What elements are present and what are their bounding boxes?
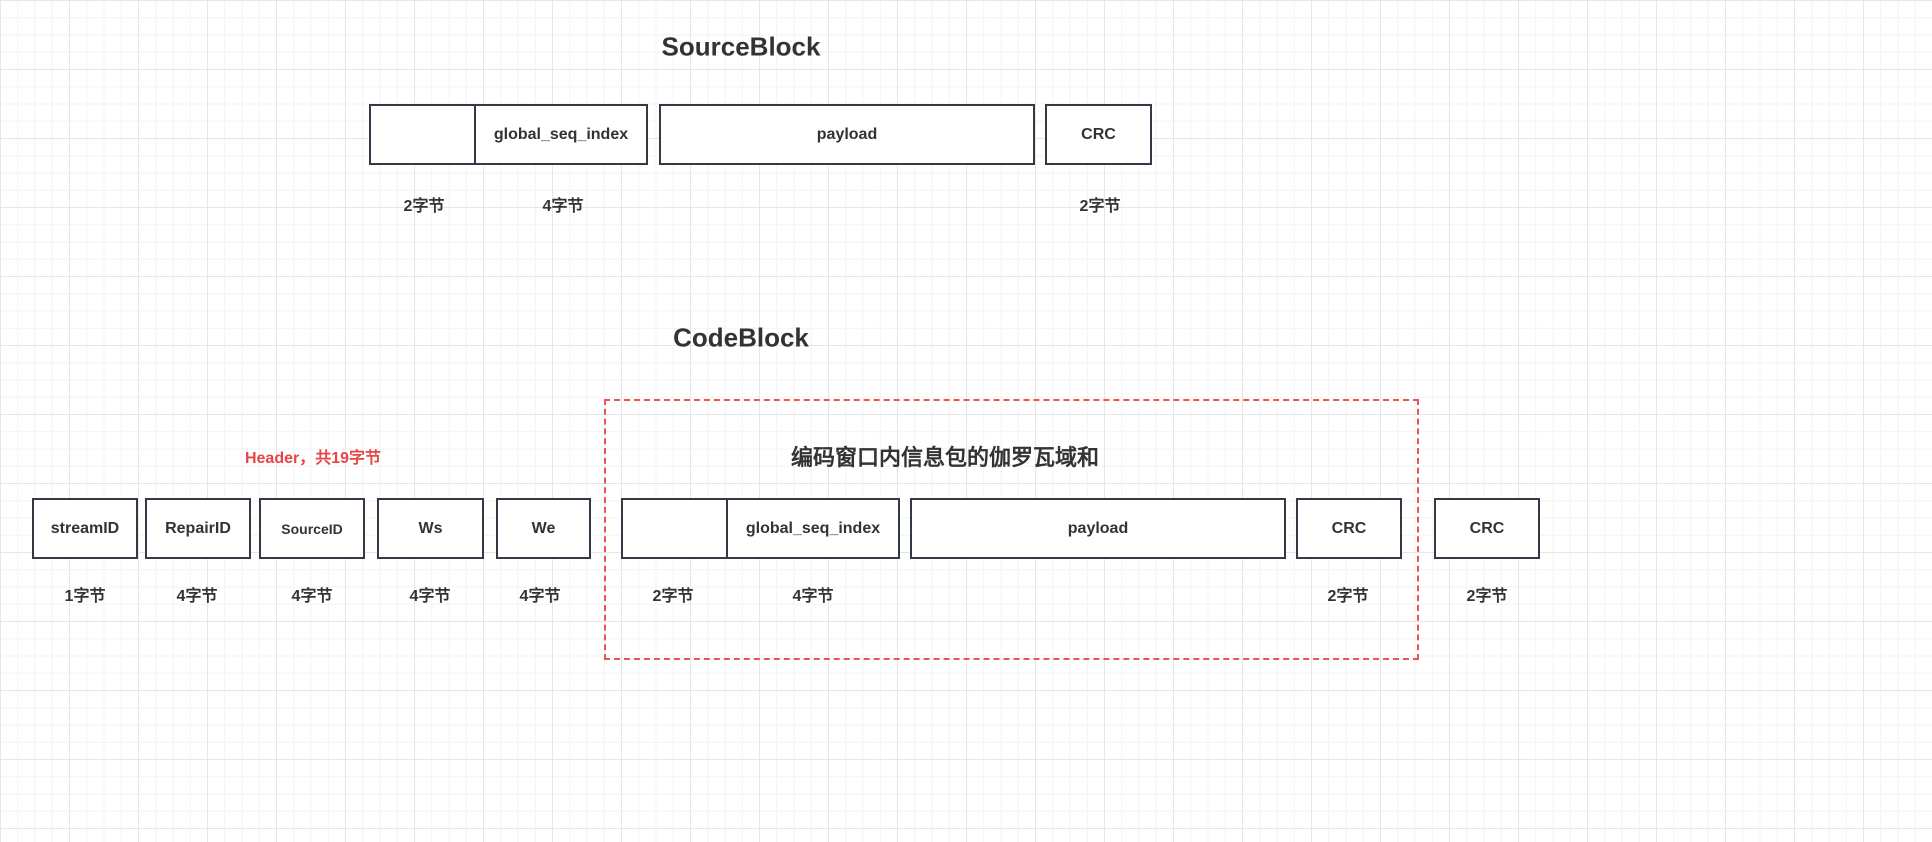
cb-group-field-empty — [621, 498, 728, 559]
cb-size-label: 4字节 — [409, 588, 451, 605]
sb-field-payload: payload — [659, 104, 1035, 165]
cb-size-label: 1字节 — [64, 588, 106, 605]
cb-group-field-global-seq-index: global_seq_index — [726, 498, 900, 559]
sb-field-global-seq-index: global_seq_index — [474, 104, 648, 165]
cb-group-field-crc: CRC — [1296, 498, 1402, 559]
cb-size-label: 2字节 — [1327, 588, 1369, 605]
sb-field-crc: CRC — [1045, 104, 1152, 165]
cb-field-trailer-crc: CRC — [1434, 498, 1540, 559]
header-label: Header，共19字节 — [244, 450, 382, 467]
cb-field-ws: Ws — [377, 498, 484, 559]
cb-size-label: 4字节 — [176, 588, 218, 605]
codeblock-title: CodeBlock — [673, 322, 809, 353]
cb-group-field-payload: payload — [910, 498, 1286, 559]
cb-size-label: 2字节 — [652, 588, 694, 605]
cb-field-repairid: RepairID — [145, 498, 251, 559]
cb-size-label: 4字节 — [291, 588, 333, 605]
cb-field-streamid: streamID — [32, 498, 138, 559]
cb-size-label: 4字节 — [519, 588, 561, 605]
sb-field-empty — [369, 104, 476, 165]
sb-size-label: 2字节 — [403, 198, 445, 215]
sb-size-label: 4字节 — [542, 198, 584, 215]
cb-field-sourceid: SourceID — [259, 498, 365, 559]
cb-size-label: 2字节 — [1466, 588, 1508, 605]
sourceblock-title: SourceBlock — [661, 31, 821, 62]
cb-field-we: We — [496, 498, 591, 559]
cb-size-label: 4字节 — [792, 588, 834, 605]
group-title: 编码窗口内信息包的伽罗瓦域和 — [790, 445, 1100, 470]
diagram-canvas: SourceBlock global_seq_index payload CRC… — [0, 0, 1932, 842]
sb-size-label: 2字节 — [1079, 198, 1121, 215]
